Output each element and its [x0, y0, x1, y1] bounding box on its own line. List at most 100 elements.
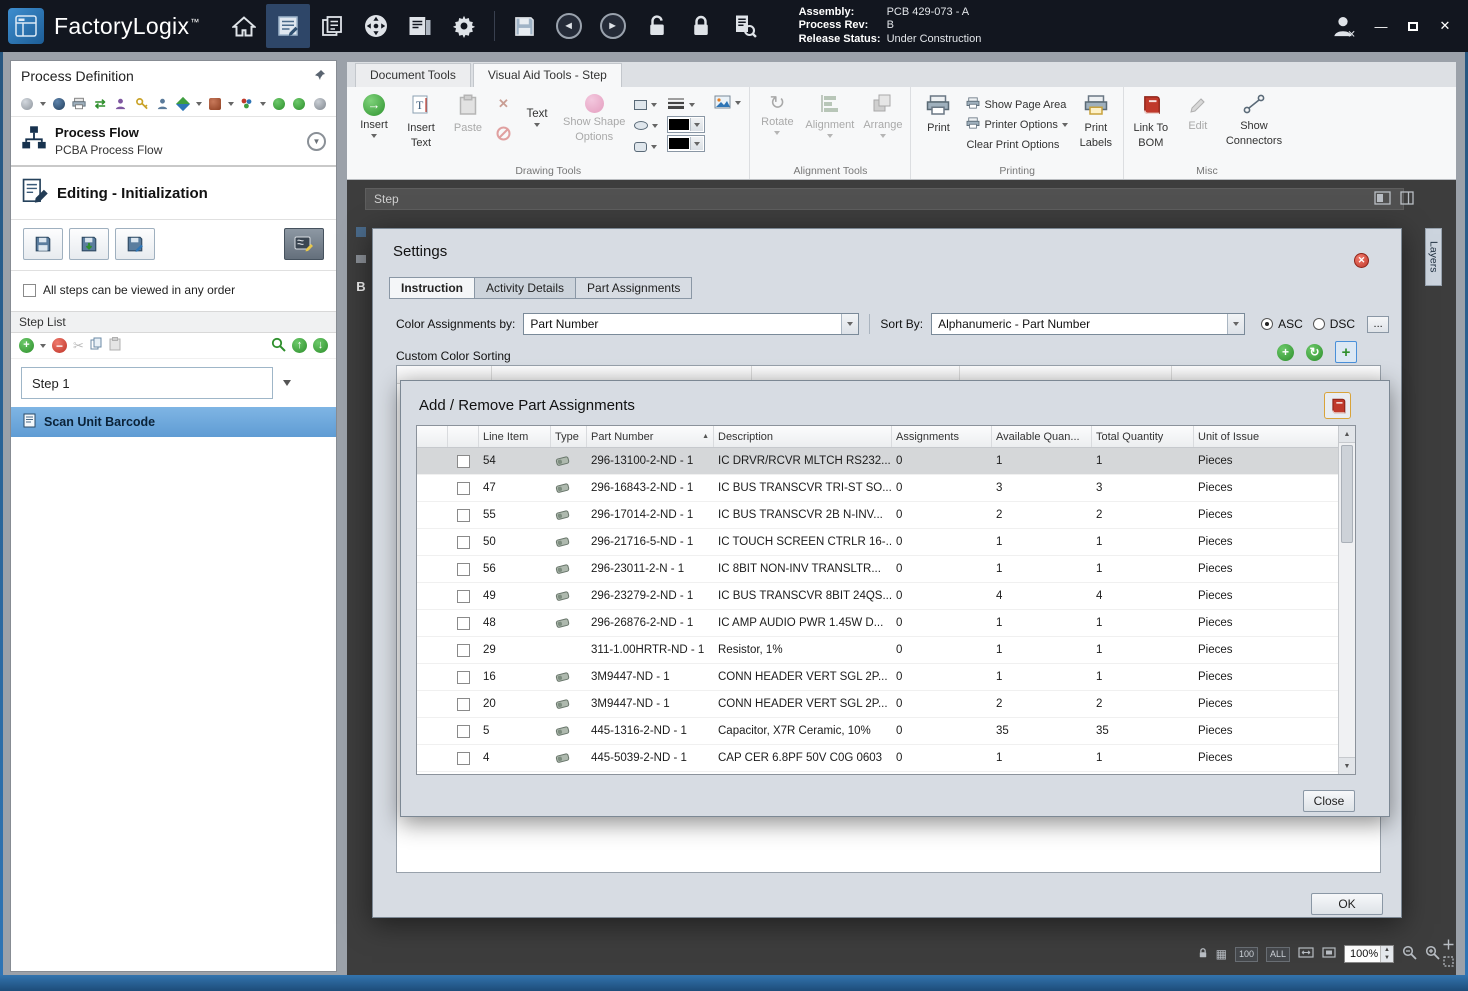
table-row[interactable]: 16 3M9447-ND - 1 CONN HEADER VERT SGL 2P..… — [417, 664, 1338, 691]
fit-page-icon[interactable] — [1322, 947, 1336, 961]
col-part-number[interactable]: Part Number ▲ — [587, 426, 714, 447]
table-row[interactable]: 4 445-5039-2-ND - 1 CAP CER 6.8PF 50V C0G … — [417, 745, 1338, 772]
link-to-bom-button[interactable]: Link To BOM — [1132, 92, 1170, 149]
step-list-item-selected[interactable]: Scan Unit Barcode — [11, 407, 336, 437]
chevron-down-icon[interactable] — [39, 101, 46, 106]
paste-icon[interactable] — [109, 337, 121, 354]
dsc-radio[interactable] — [1312, 318, 1325, 330]
paste-button[interactable]: Paste — [449, 92, 487, 134]
save-button[interactable] — [503, 4, 547, 48]
row-checkbox[interactable] — [457, 751, 470, 765]
show-shape-options-button[interactable]: Show Shape Options — [563, 92, 625, 143]
tab-part-assignments[interactable]: Part Assignments — [575, 277, 693, 299]
lock-small-icon[interactable] — [1198, 947, 1208, 962]
fill-color-picker[interactable] — [667, 135, 706, 152]
pin-icon[interactable] — [314, 68, 326, 84]
user-logout-icon[interactable]: ✕ — [1324, 4, 1362, 48]
printer-options-button[interactable]: Printer Options — [966, 115, 1068, 134]
refresh-sort-button[interactable]: ↻ — [1306, 343, 1323, 361]
select-all-header-cell[interactable] — [448, 426, 479, 447]
unlock-button[interactable] — [635, 4, 679, 48]
col-type[interactable]: Type — [551, 426, 587, 447]
row-checkbox[interactable] — [457, 643, 470, 657]
chevron-down-icon[interactable] — [651, 144, 658, 149]
chevron-down-icon[interactable] — [259, 101, 266, 106]
row-checkbox[interactable] — [457, 454, 470, 468]
copy-icon[interactable] — [90, 337, 103, 354]
col-assignments[interactable]: Assignments — [892, 426, 992, 447]
ok-button[interactable]: OK — [1311, 893, 1383, 915]
import-button[interactable] — [69, 228, 109, 260]
cut-icon[interactable]: ✂ — [73, 338, 84, 354]
chevron-down-icon[interactable] — [40, 343, 46, 348]
table-row[interactable]: 20 3M9447-ND - 1 CONN HEADER VERT SGL 2P..… — [417, 691, 1338, 718]
scroll-thumb[interactable] — [1341, 445, 1353, 543]
clear-print-options-button[interactable]: Clear Print Options — [966, 135, 1067, 154]
fit-width-icon[interactable] — [1298, 947, 1314, 961]
globe-icon[interactable] — [51, 96, 67, 112]
image-fill-icon[interactable] — [714, 95, 731, 112]
forward-button[interactable]: ► — [591, 4, 635, 48]
print-labels-button[interactable]: Print Labels — [1077, 92, 1115, 149]
line-color-picker[interactable] — [667, 116, 706, 133]
sort-by-dropdown[interactable]: Alphanumeric - Part Number — [931, 313, 1246, 335]
edit-button[interactable]: Edit — [1179, 92, 1217, 132]
lock-button[interactable] — [679, 4, 723, 48]
move-step-down-button[interactable]: ↓ — [313, 338, 328, 353]
tab-instruction[interactable]: Instruction — [389, 277, 475, 299]
print-button[interactable]: Print — [919, 92, 957, 134]
layers-panel-tab[interactable]: Layers — [1425, 228, 1442, 286]
disable-shape-icon[interactable] — [496, 126, 511, 144]
start-icon[interactable] — [271, 96, 287, 112]
user-icon[interactable] — [113, 96, 129, 112]
add-part-assignment-button[interactable]: + — [1335, 341, 1357, 363]
rectangle-shape-icon[interactable] — [634, 99, 648, 110]
table-scrollbar[interactable]: ▲ ▼ — [1338, 426, 1355, 774]
col-description[interactable]: Description — [714, 426, 892, 447]
find-step-icon[interactable] — [271, 337, 286, 355]
table-row[interactable]: 49 296-23279-2-ND - 1 IC BUS TRANSCVR 8BIT… — [417, 583, 1338, 610]
chevron-down-icon[interactable] — [652, 123, 659, 128]
minimize-button[interactable]: — — [1368, 15, 1394, 37]
table-row[interactable]: 5 445-1316-2-ND - 1 Capacitor, X7R Ceramic… — [417, 718, 1338, 745]
settings-gear-button[interactable] — [442, 4, 486, 48]
home-button[interactable] — [222, 4, 266, 48]
navigator-button[interactable] — [354, 4, 398, 48]
ellipse-shape-icon[interactable] — [634, 121, 649, 130]
record-icon[interactable] — [312, 96, 328, 112]
alignment-button[interactable]: Alignment — [805, 92, 854, 138]
view-order-option[interactable]: All steps can be viewed in any order — [11, 271, 336, 307]
line-thickness-icon[interactable] — [667, 97, 685, 112]
open-bom-button[interactable] — [1324, 392, 1351, 419]
chevron-down-icon[interactable] — [735, 101, 742, 105]
table-row[interactable]: 56 296-23011-2-N - 1 IC 8BIT NON-INV TRANS… — [417, 556, 1338, 583]
select-region-icon[interactable] — [1443, 956, 1454, 969]
row-checkbox[interactable] — [457, 562, 470, 576]
save-step-button[interactable] — [23, 228, 63, 260]
preview-icon[interactable] — [1374, 191, 1391, 208]
delete-shape-icon[interactable]: ✕ — [496, 96, 511, 112]
edit-visual-aid-button[interactable] — [284, 228, 324, 260]
asc-radio[interactable] — [1261, 318, 1274, 330]
add-step-button[interactable]: + — [19, 338, 34, 353]
insert-text-button[interactable]: T Insert Text — [402, 92, 440, 149]
table-row[interactable]: 54 296-13100-2-ND - 1 IC DRVR/RCVR MLTCH R… — [417, 448, 1338, 475]
go-icon[interactable] — [291, 96, 307, 112]
table-row[interactable]: 48 296-26876-2-ND - 1 IC AMP AUDIO PWR 1.4… — [417, 610, 1338, 637]
row-checkbox[interactable] — [457, 616, 470, 630]
color-assignments-dropdown[interactable]: Part Number — [523, 313, 860, 335]
row-checkbox[interactable] — [457, 535, 470, 549]
settings-close-icon[interactable]: ✕ — [1354, 253, 1369, 268]
grid-small-icon[interactable]: ▦ — [1216, 947, 1227, 961]
export-button[interactable] — [115, 228, 155, 260]
zoom-out-icon[interactable] — [1402, 945, 1417, 963]
zoom-all-button[interactable]: ALL — [1265, 946, 1290, 962]
table-row[interactable]: 55 296-17014-2-ND - 1 IC BUS TRANSCVR 2B N… — [417, 502, 1338, 529]
spin-up-icon[interactable]: ▲ — [1381, 946, 1393, 954]
chevron-down-icon[interactable] — [651, 102, 658, 107]
layout-split-icon[interactable] — [1400, 191, 1414, 208]
rotate-button[interactable]: ↻ Rotate — [758, 92, 796, 135]
rounded-rectangle-shape-icon[interactable] — [634, 141, 648, 152]
key-icon[interactable] — [134, 96, 150, 112]
arrange-button[interactable]: Arrange — [863, 92, 902, 138]
